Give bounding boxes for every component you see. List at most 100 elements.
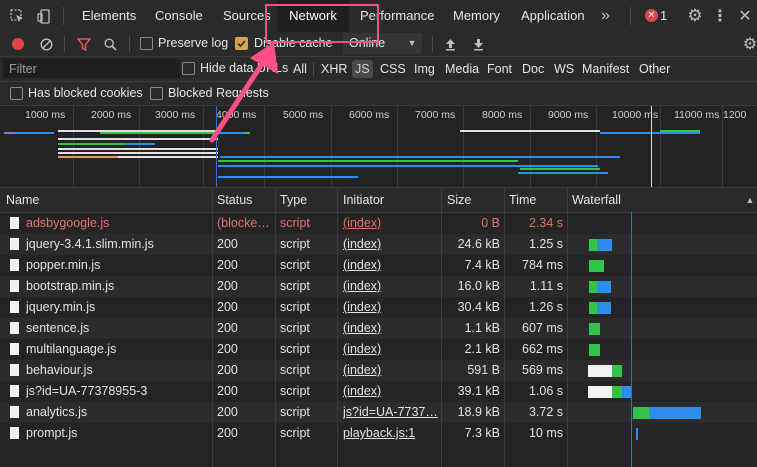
timeline-request-bar	[218, 165, 598, 167]
filter-type-doc[interactable]: Doc	[522, 57, 544, 81]
table-row[interactable]: bootstrap.min.js 200 script (index) 16.0 kB 1…	[0, 276, 757, 297]
filter-type-js[interactable]: JS	[352, 60, 373, 78]
filter-type-css[interactable]: CSS	[380, 57, 406, 81]
request-initiator[interactable]: (index)	[343, 360, 438, 381]
column-separator[interactable]	[275, 188, 276, 467]
filter-type-ws[interactable]: WS	[554, 57, 574, 81]
filter-funnel-icon[interactable]	[76, 37, 91, 51]
table-row[interactable]: prompt.js 200 script playback.js:1 7.3 kB 10 …	[0, 423, 757, 444]
column-time[interactable]: Time	[509, 188, 536, 212]
request-time: 1.26 s	[528, 300, 563, 314]
record-button[interactable]	[12, 38, 24, 50]
error-count[interactable]: 1	[660, 0, 667, 32]
tab-elements[interactable]: Elements	[82, 0, 136, 32]
filter-type-media[interactable]: Media	[445, 57, 479, 81]
request-initiator[interactable]: (index)	[343, 381, 438, 402]
clear-icon[interactable]	[39, 37, 53, 51]
timeline-gridline	[73, 106, 74, 187]
waterfall-domcontentloaded-line	[631, 212, 632, 467]
column-initiator[interactable]: Initiator	[343, 188, 384, 212]
request-type: script	[280, 321, 310, 335]
request-time: 784 ms	[522, 258, 563, 272]
settings-gear-icon[interactable]: ⚙	[687, 6, 703, 25]
tab-console[interactable]: Console	[155, 0, 203, 32]
waterfall-bar	[633, 407, 649, 419]
filter-type-manifest[interactable]: Manifest	[582, 57, 629, 81]
table-row[interactable]: js?id=UA-77378955-3 200 script (index) 39.1 …	[0, 381, 757, 402]
table-row[interactable]: popper.min.js 200 script (index) 7.4 kB 784 m…	[0, 255, 757, 276]
timeline-request-bar	[218, 160, 518, 162]
column-waterfall[interactable]: Waterfall	[572, 188, 621, 212]
filter-type-all[interactable]: All	[293, 57, 307, 81]
request-initiator[interactable]: (index)	[343, 318, 438, 339]
table-row[interactable]: analytics.js 200 script js?id=UA-7737… 18.9 …	[0, 402, 757, 423]
script-file-icon	[10, 364, 19, 376]
table-row[interactable]: jquery-3.4.1.slim.min.js 200 script (index)…	[0, 234, 757, 255]
waterfall-bar	[589, 323, 600, 335]
column-size[interactable]: Size	[447, 188, 471, 212]
request-size: 16.0 kB	[457, 279, 500, 293]
waterfall-bar	[589, 260, 604, 272]
has-blocked-cookies-checkbox[interactable]	[10, 87, 23, 100]
export-har-icon[interactable]	[472, 37, 485, 51]
table-row[interactable]: multilanguage.js 200 script (index) 2.1 kB 66…	[0, 339, 757, 360]
request-table-header: Name Status Type Initiator Size Time Wat…	[0, 188, 757, 213]
column-status[interactable]: Status	[217, 188, 252, 212]
waterfall-bar	[597, 281, 611, 293]
timeline-gridline	[660, 106, 661, 187]
request-initiator[interactable]: (index)	[343, 297, 438, 318]
timeline-tick-label: 11000 ms	[674, 109, 720, 121]
request-size: 7.4 kB	[464, 258, 500, 272]
more-tabs-button[interactable]: »	[601, 0, 610, 32]
timeline-request-bar	[518, 172, 608, 174]
request-status: 200	[217, 258, 238, 272]
error-count-icon[interactable]: ✕	[645, 9, 658, 22]
close-devtools-icon[interactable]: ✕	[737, 8, 753, 25]
column-separator[interactable]	[504, 188, 505, 467]
table-row[interactable]: jquery.min.js 200 script (index) 30.4 kB 1.26…	[0, 297, 757, 318]
waterfall-bar	[589, 281, 597, 293]
search-icon[interactable]	[103, 37, 118, 51]
blocked-requests-checkbox[interactable]	[150, 87, 163, 100]
table-row[interactable]: sentence.js 200 script (index) 1.1 kB 607 ms	[0, 318, 757, 339]
column-name[interactable]: Name	[6, 188, 39, 212]
column-type[interactable]: Type	[280, 188, 307, 212]
request-initiator[interactable]: (index)	[343, 213, 438, 234]
tab-application[interactable]: Application	[521, 0, 585, 32]
column-separator[interactable]	[212, 188, 213, 467]
column-separator[interactable]	[337, 188, 338, 467]
filter-type-img[interactable]: Img	[414, 57, 435, 81]
request-initiator[interactable]: (index)	[343, 255, 438, 276]
import-har-icon[interactable]	[444, 37, 457, 51]
has-blocked-cookies-label[interactable]: Has blocked cookies	[28, 86, 143, 100]
inspect-element-icon[interactable]	[9, 8, 25, 24]
timeline-gridline	[463, 106, 464, 187]
table-row[interactable]: adsbygoogle.js (blocke… script (index) 0 B 2.…	[0, 213, 757, 234]
request-initiator[interactable]: (index)	[343, 339, 438, 360]
tab-memory[interactable]: Memory	[453, 0, 500, 32]
request-initiator[interactable]: (index)	[343, 234, 438, 255]
request-time: 1.11 s	[529, 279, 563, 293]
customize-menu-icon[interactable]: ⋮	[712, 8, 728, 25]
column-separator[interactable]	[567, 188, 568, 467]
request-name: multilanguage.js	[26, 342, 117, 356]
preserve-log-checkbox[interactable]	[140, 37, 153, 50]
request-initiator[interactable]: playback.js:1	[343, 423, 438, 444]
filter-type-xhr[interactable]: XHR	[321, 57, 347, 81]
network-settings-gear-icon[interactable]: ⚙	[742, 36, 757, 53]
annotation-arrow-icon	[209, 42, 278, 143]
column-separator[interactable]	[441, 188, 442, 467]
request-initiator[interactable]: (index)	[343, 276, 438, 297]
timeline-overview[interactable]: 1000 ms 2000 ms 3000 ms 4000 ms 5000 ms 6000 …	[0, 106, 757, 188]
table-row[interactable]: behaviour.js 200 script (index) 591 B 569 ms	[0, 360, 757, 381]
filter-input[interactable]	[3, 59, 180, 78]
request-initiator[interactable]: js?id=UA-7737…	[343, 402, 438, 423]
device-toolbar-icon[interactable]	[36, 8, 52, 24]
hide-data-urls-checkbox[interactable]	[182, 62, 195, 75]
request-status: 200	[217, 384, 238, 398]
request-name: jquery.min.js	[26, 300, 96, 314]
filter-type-font[interactable]: Font	[487, 57, 512, 81]
tab-sources[interactable]: Sources	[223, 0, 271, 32]
script-file-icon	[10, 280, 19, 292]
filter-type-other[interactable]: Other	[639, 57, 670, 81]
